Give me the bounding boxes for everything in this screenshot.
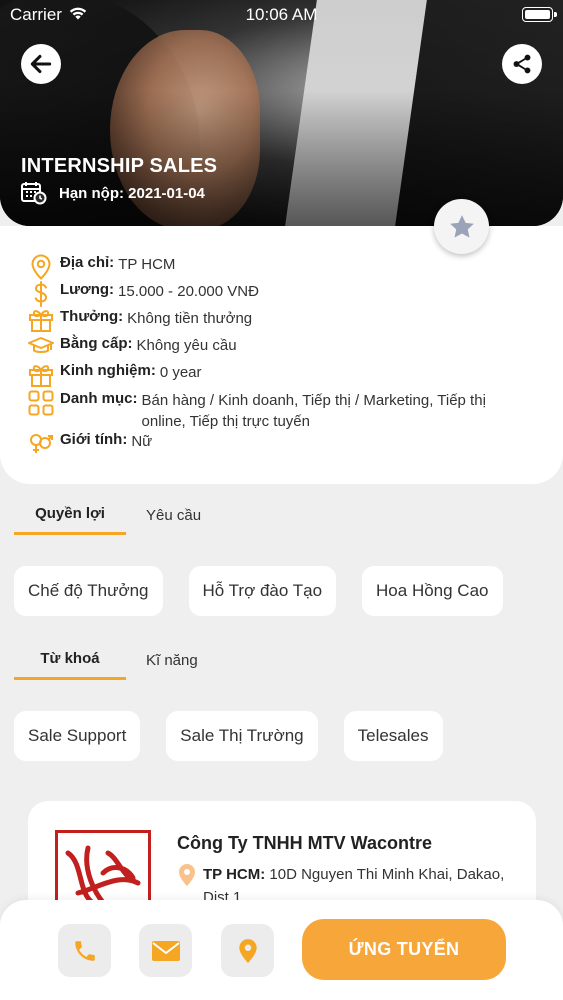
info-value: Nữ (131, 433, 153, 450)
info-value: Không yêu cầu (136, 337, 237, 354)
benefit-chips: Chế độ Thưởng Hỗ Trợ đào Tạo Hoa Hồng Ca… (14, 566, 503, 616)
info-row-salary: Lương: 15.000 - 20.000 VNĐ (28, 281, 259, 307)
gift-icon (28, 308, 54, 332)
arrow-left-icon (30, 54, 52, 74)
apply-button[interactable]: ỨNG TUYỂN (302, 919, 506, 980)
deadline-value: 2021-01-04 (128, 184, 205, 202)
tab-benefits[interactable]: Quyền lợi (14, 495, 126, 535)
benefit-chip[interactable]: Hỗ Trợ đào Tạo (188, 566, 337, 616)
status-bar: Carrier 10:06 AM (0, 0, 563, 30)
map-button[interactable] (221, 924, 274, 977)
email-button[interactable] (139, 924, 192, 977)
dollar-icon (28, 281, 54, 307)
info-value: TP HCM (118, 256, 176, 273)
job-title: INTERNSHIP SALES (21, 155, 218, 177)
keyword-chips: Sale Support Sale Thị Trường Telesales (14, 711, 443, 761)
info-row-degree: Bằng cấp: Không yêu cầu (28, 335, 237, 359)
info-row-bonus: Thưởng: Không tiền thưởng (28, 308, 252, 332)
tab-skills[interactable]: Kĩ năng (126, 640, 238, 680)
keyword-chip[interactable]: Telesales (343, 711, 443, 761)
deadline: Hạn nộp: 2021-01-04 (21, 181, 205, 205)
location-pin-icon (28, 254, 54, 280)
graduation-cap-icon (28, 335, 54, 359)
job-info-card: Địa chỉ: TP HCM Lương: 15.000 - 20.000 V… (0, 226, 563, 484)
benefits-tabs: Quyền lợi Yêu cầu (14, 495, 238, 535)
benefit-chip[interactable]: Hoa Hồng Cao (362, 566, 503, 616)
deadline-label: Hạn nộp: (59, 184, 124, 202)
info-row-gender: Giới tính: Nữ (28, 431, 152, 455)
info-label: Giới tính: (60, 431, 128, 448)
info-label: Địa chỉ: (60, 254, 115, 271)
phone-icon (74, 940, 95, 961)
keywords-tabs: Từ khoá Kĩ năng (14, 640, 238, 680)
back-button[interactable] (21, 44, 61, 84)
benefit-chip[interactable]: Chế độ Thưởng (14, 566, 163, 616)
star-icon (449, 214, 474, 238)
info-label: Thưởng: (60, 308, 124, 325)
battery-icon (522, 7, 557, 22)
info-row-address: Địa chỉ: TP HCM (28, 254, 176, 280)
info-label: Danh mục: (60, 390, 138, 407)
info-label: Lương: (60, 281, 115, 298)
info-value: Không tiền thưởng (127, 310, 253, 327)
grid-icon (28, 390, 54, 416)
info-label: Bằng cấp: (60, 335, 133, 352)
info-row-experience: Kinh nghiệm: 0 year (28, 362, 202, 387)
gift-box-icon (28, 362, 54, 387)
clock: 10:06 AM (245, 5, 318, 24)
info-value: 15.000 - 20.000 VNĐ (118, 283, 259, 300)
share-icon (513, 54, 531, 74)
call-button[interactable] (58, 924, 111, 977)
share-button[interactable] (502, 44, 542, 84)
company-name: Công Ty TNHH MTV Wacontre (177, 833, 432, 853)
info-value: Bán hàng / Kinh doanh, Tiếp thị / Market… (141, 392, 486, 430)
gender-icon (28, 431, 54, 455)
tab-keywords[interactable]: Từ khoá (14, 640, 126, 680)
company-address-label: TP HCM: (203, 866, 266, 883)
map-pin-icon (238, 938, 257, 963)
tab-requirements[interactable]: Yêu cầu (126, 495, 238, 535)
keyword-chip[interactable]: Sale Support (14, 711, 141, 761)
info-row-category: Danh mục: Bán hàng / Kinh doanh, Tiếp th… (28, 390, 533, 432)
mail-icon (151, 940, 180, 961)
calendar-clock-icon (21, 182, 47, 205)
keyword-chip[interactable]: Sale Thị Trường (166, 711, 318, 761)
info-label: Kinh nghiệm: (60, 362, 156, 379)
bottom-action-bar: ỨNG TUYỂN (0, 900, 563, 1000)
info-value: 0 year (159, 364, 202, 381)
favorite-button[interactable] (434, 199, 489, 254)
